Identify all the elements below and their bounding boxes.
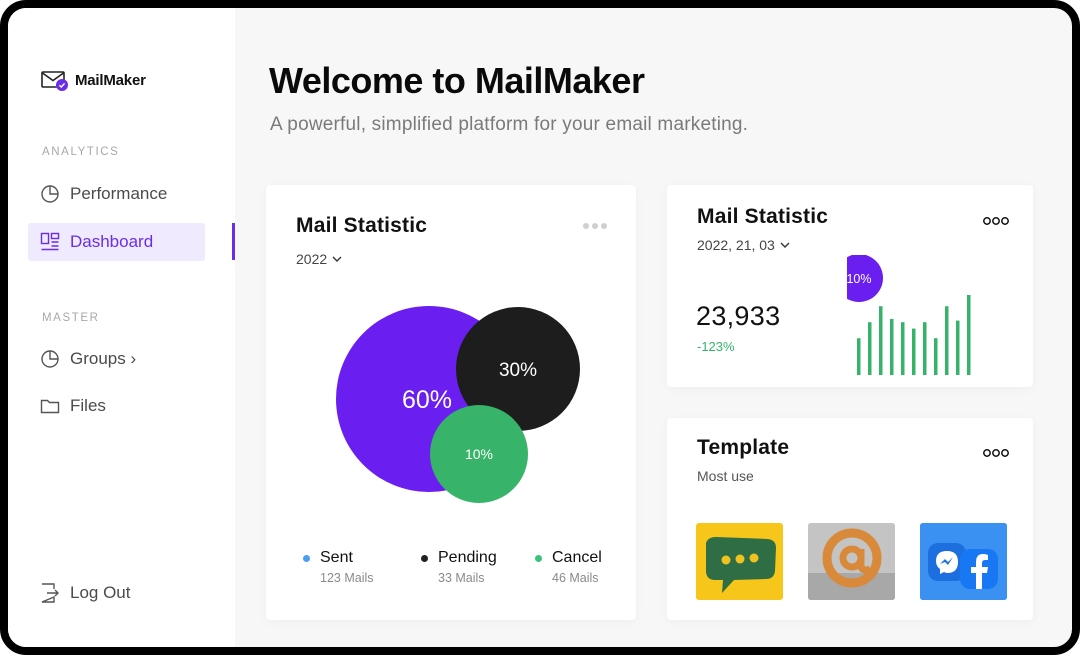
legend-cancel: Cancel 46 Mails: [535, 549, 602, 585]
chat-bubble-template[interactable]: [696, 523, 783, 600]
chart-bar: [934, 338, 938, 375]
logout-label: Log Out: [70, 583, 131, 602]
legend-label: Cancel: [552, 549, 602, 566]
more-options-icon[interactable]: [983, 445, 1009, 463]
sidebar-item-label: Performance: [70, 184, 168, 203]
legend-dot: [535, 554, 542, 562]
date-value: 2022, 21, 03: [697, 237, 775, 253]
app-window: MailMaker ANALYTICS Performance Dashboar…: [0, 0, 1080, 655]
chart-bar: [857, 338, 861, 375]
app-name: MailMaker: [75, 71, 146, 89]
chart-bar: [967, 295, 971, 375]
legend-label: Pending: [438, 549, 497, 566]
card-title: Mail Statistic: [697, 205, 829, 228]
card-title: Template: [697, 436, 790, 459]
page-title: Welcome to MailMaker: [269, 60, 645, 101]
dashboard-icon: [40, 232, 60, 252]
logout-icon: [40, 583, 60, 603]
chevron-down-icon: [780, 241, 790, 249]
folder-icon: [40, 396, 60, 416]
mail-statistic-small-card: Mail Statistic 2022, 21, 03 23,933 -123%…: [667, 185, 1033, 387]
chart-bar: [868, 322, 872, 375]
bar-chart: 10%: [847, 255, 971, 375]
legend-count: 33 Mails: [438, 571, 485, 585]
logo[interactable]: MailMaker: [41, 68, 146, 92]
badge-label: 10%: [847, 272, 872, 286]
sidebar: MailMaker ANALYTICS Performance Dashboar…: [8, 8, 235, 647]
template-card: Template Most use: [667, 418, 1033, 620]
legend-sent: Sent 123 Mails: [303, 549, 374, 585]
section-label-master: MASTER: [42, 312, 100, 324]
chart-bar: [923, 322, 927, 375]
bubble-label: 10%: [465, 446, 493, 462]
at-sign-template[interactable]: [808, 523, 895, 600]
chart-bar: [901, 322, 905, 375]
date-dropdown[interactable]: 2022, 21, 03: [697, 237, 790, 253]
chart-bar: [912, 328, 916, 375]
mail-statistic-card: Mail Statistic 2022 60% 30% 10% Sent 123…: [266, 185, 636, 620]
bubble-label: 60%: [402, 386, 452, 414]
bubble-label: 30%: [499, 360, 537, 381]
stat-delta: -123%: [697, 339, 735, 354]
legend-label: Sent: [320, 549, 353, 566]
section-label-analytics: ANALYTICS: [42, 146, 120, 158]
legend-dot: [421, 554, 428, 562]
legend-count: 123 Mails: [320, 571, 374, 585]
card-subtitle: Most use: [697, 468, 754, 484]
sidebar-item-groups[interactable]: Groups ›: [28, 340, 205, 378]
more-options-icon[interactable]: [983, 213, 1009, 231]
legend-count: 46 Mails: [552, 571, 599, 585]
sidebar-item-files[interactable]: Files: [28, 387, 205, 425]
legend-pending: Pending 33 Mails: [421, 549, 497, 585]
chart-bar: [890, 319, 894, 375]
mail-logo-icon: [41, 68, 69, 92]
sidebar-item-dashboard[interactable]: Dashboard: [28, 223, 205, 261]
sidebar-item-label: Groups ›: [70, 349, 137, 368]
pie-chart-icon: [40, 184, 60, 204]
sidebar-item-label: Dashboard: [70, 232, 154, 251]
logout-button[interactable]: Log Out: [28, 574, 205, 612]
page-subtitle: A powerful, simplified platform for your…: [270, 114, 749, 135]
chart-bar: [945, 306, 949, 375]
active-indicator: [232, 223, 235, 260]
chart-bar: [879, 306, 883, 375]
sidebar-item-performance[interactable]: Performance: [28, 175, 205, 213]
stat-value: 23,933: [696, 301, 781, 331]
legend-dot: [303, 554, 310, 562]
chart-bar: [956, 320, 960, 375]
pie-chart-icon: [40, 349, 60, 369]
sidebar-item-label: Files: [70, 396, 106, 415]
messenger-facebook-template[interactable]: [920, 523, 1007, 600]
